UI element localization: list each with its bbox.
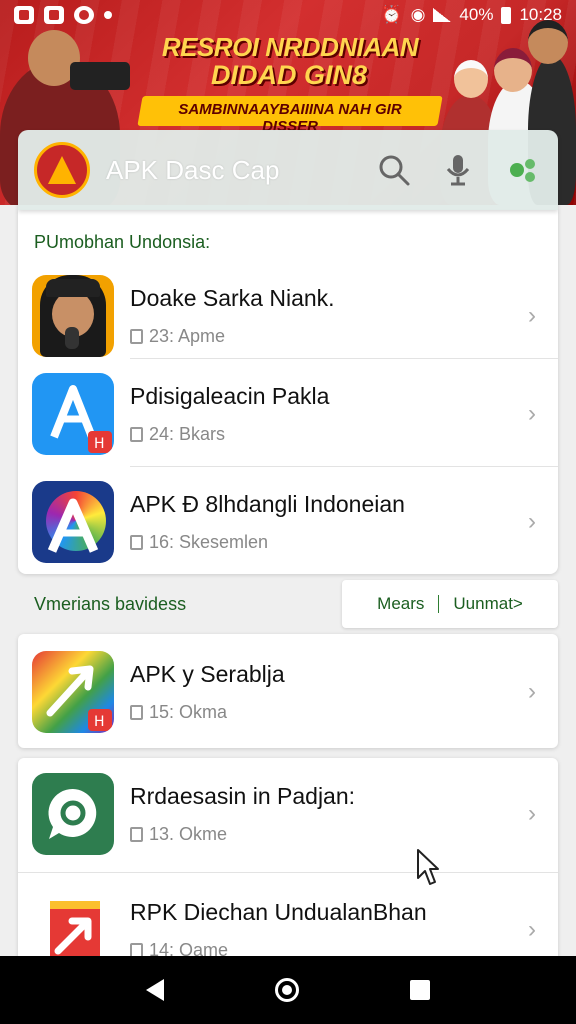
app-card: Rrdaesasin in Padjan: 13. Okme › RPK Die…: [18, 758, 558, 971]
divider: [438, 595, 440, 613]
file-icon: [130, 427, 143, 442]
file-icon: [130, 827, 143, 842]
section-title: Vmerians bavidess: [34, 594, 187, 614]
list-item-title: Rrdaesasin in Padjan:: [130, 783, 356, 809]
status-bar: ⏰ ◉ 40% 10:28: [0, 0, 576, 30]
svg-text:H: H: [94, 436, 105, 452]
list-item-meta: 13. Okme: [149, 824, 228, 844]
map-arrow-icon: H: [32, 651, 114, 733]
app-bar: APK Dasc Cap: [18, 130, 558, 210]
list-item-meta: 16: Skesemlen: [149, 532, 269, 552]
search-icon[interactable]: [374, 150, 414, 190]
list-item-title: Pdisigaleacin Pakla: [130, 383, 330, 409]
portrait-mic-icon: [32, 275, 114, 357]
file-icon: [130, 705, 143, 720]
section-header: Vmerians bavidess Mears Uunmat>: [18, 580, 558, 628]
notification-icon: [14, 6, 34, 24]
mouse-cursor-icon: [417, 849, 439, 885]
letter-a-icon: H: [32, 373, 114, 455]
chevron-right-icon: ›: [528, 302, 536, 329]
list-item-title: APK Đ 8lhdangli Indoneian: [130, 491, 405, 517]
clock: 10:28: [519, 5, 562, 24]
app-title: APK Dasc Cap: [106, 154, 280, 185]
letter-a-gradient-icon: [32, 481, 114, 563]
camera-icon: [70, 62, 130, 90]
signal-icon: [433, 8, 452, 22]
list-item[interactable]: APK Đ 8lhdangli Indoneian 16: Skesemlen …: [18, 468, 558, 576]
chevron-right-icon: ›: [528, 800, 536, 827]
battery-icon: [501, 6, 512, 24]
banner-headline-1: RESROI NRDDNIAAN: [161, 32, 419, 62]
banner-person-right-2-head: [494, 48, 532, 92]
list-item[interactable]: H APK y Serablja 15: Okma ›: [18, 638, 558, 746]
back-icon[interactable]: [145, 979, 164, 1001]
list-item-title: Doake Sarka Niank.: [130, 285, 335, 311]
wifi-icon: ◉: [410, 5, 426, 24]
list-item-title: RPK Diechan UndualanBhan: [130, 899, 427, 925]
notification-icon: [44, 6, 64, 24]
list-item[interactable]: H Pdisigaleacin Pakla 24: Bkars ›: [18, 360, 558, 468]
alarm-icon: ⏰: [381, 5, 403, 24]
app-logo-icon[interactable]: [34, 142, 90, 198]
chevron-right-icon: ›: [528, 678, 536, 705]
navigation-bar: [0, 956, 576, 1024]
home-icon[interactable]: [274, 978, 299, 1002]
update-button[interactable]: Uunmat>: [453, 594, 522, 614]
list-item-title: APK y Serablja: [130, 661, 285, 687]
list-item-meta: 15: Okma: [149, 702, 228, 722]
list-item-meta: 23: Apme: [149, 326, 226, 346]
divider: [130, 466, 558, 467]
chevron-right-icon: ›: [528, 916, 536, 943]
list-item-meta: 24: Bkars: [149, 424, 226, 444]
share-icon[interactable]: [502, 150, 542, 190]
divider: [130, 358, 558, 359]
recents-icon[interactable]: [410, 980, 431, 1000]
chevron-right-icon: ›: [528, 508, 536, 535]
list-item[interactable]: Rrdaesasin in Padjan: 13. Okme ›: [18, 760, 558, 868]
notification-icon: [74, 6, 94, 24]
chevron-right-icon: ›: [528, 400, 536, 427]
list-item[interactable]: Doake Sarka Niank. 23: Apme ›: [18, 262, 558, 370]
svg-text:H: H: [94, 714, 105, 730]
file-icon: [130, 329, 143, 344]
popular-apps-card: PUmobhan Undonsia: Doake Sarka Niank. 23…: [18, 210, 558, 574]
mic-icon[interactable]: [438, 150, 478, 190]
chat-bubble-icon: [32, 773, 114, 855]
divider: [18, 872, 558, 873]
dot-icon: [104, 11, 112, 19]
section-actions: Mears Uunmat>: [342, 580, 558, 628]
battery-percent: 40%: [459, 5, 494, 24]
banner-person-right-1-head: [454, 60, 488, 98]
more-button[interactable]: Mears: [377, 594, 424, 614]
app-card: H APK y Serablja 15: Okma ›: [18, 634, 558, 748]
section-title: PUmobhan Undonsia:: [34, 232, 211, 252]
file-icon: [130, 535, 143, 550]
